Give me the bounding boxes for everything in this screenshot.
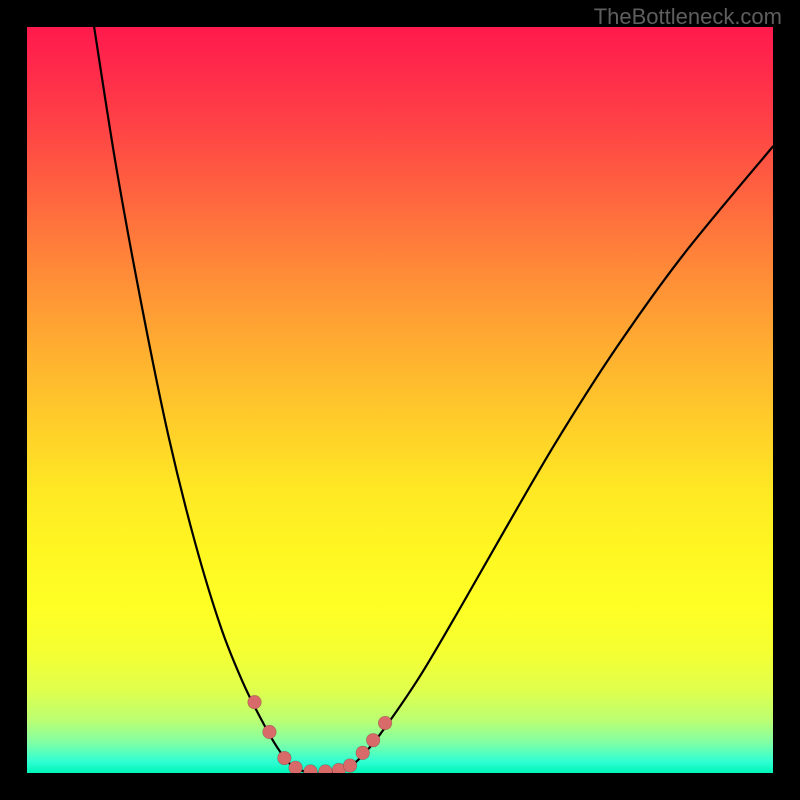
datapoint-marker <box>248 695 262 709</box>
curve-svg <box>27 27 773 773</box>
datapoint-marker <box>366 733 380 747</box>
datapoint-marker <box>278 751 292 765</box>
datapoint-marker <box>263 725 277 739</box>
bottleneck-curve <box>94 27 773 773</box>
watermark-text: TheBottleneck.com <box>594 4 782 30</box>
plot-area <box>27 27 773 773</box>
datapoint-marker <box>289 761 303 773</box>
datapoint-markers <box>248 695 392 773</box>
chart-container: TheBottleneck.com <box>0 0 800 800</box>
datapoint-marker <box>378 716 392 730</box>
datapoint-marker <box>304 765 318 773</box>
datapoint-marker <box>356 746 370 760</box>
datapoint-marker <box>343 759 357 773</box>
datapoint-marker <box>319 765 333 773</box>
